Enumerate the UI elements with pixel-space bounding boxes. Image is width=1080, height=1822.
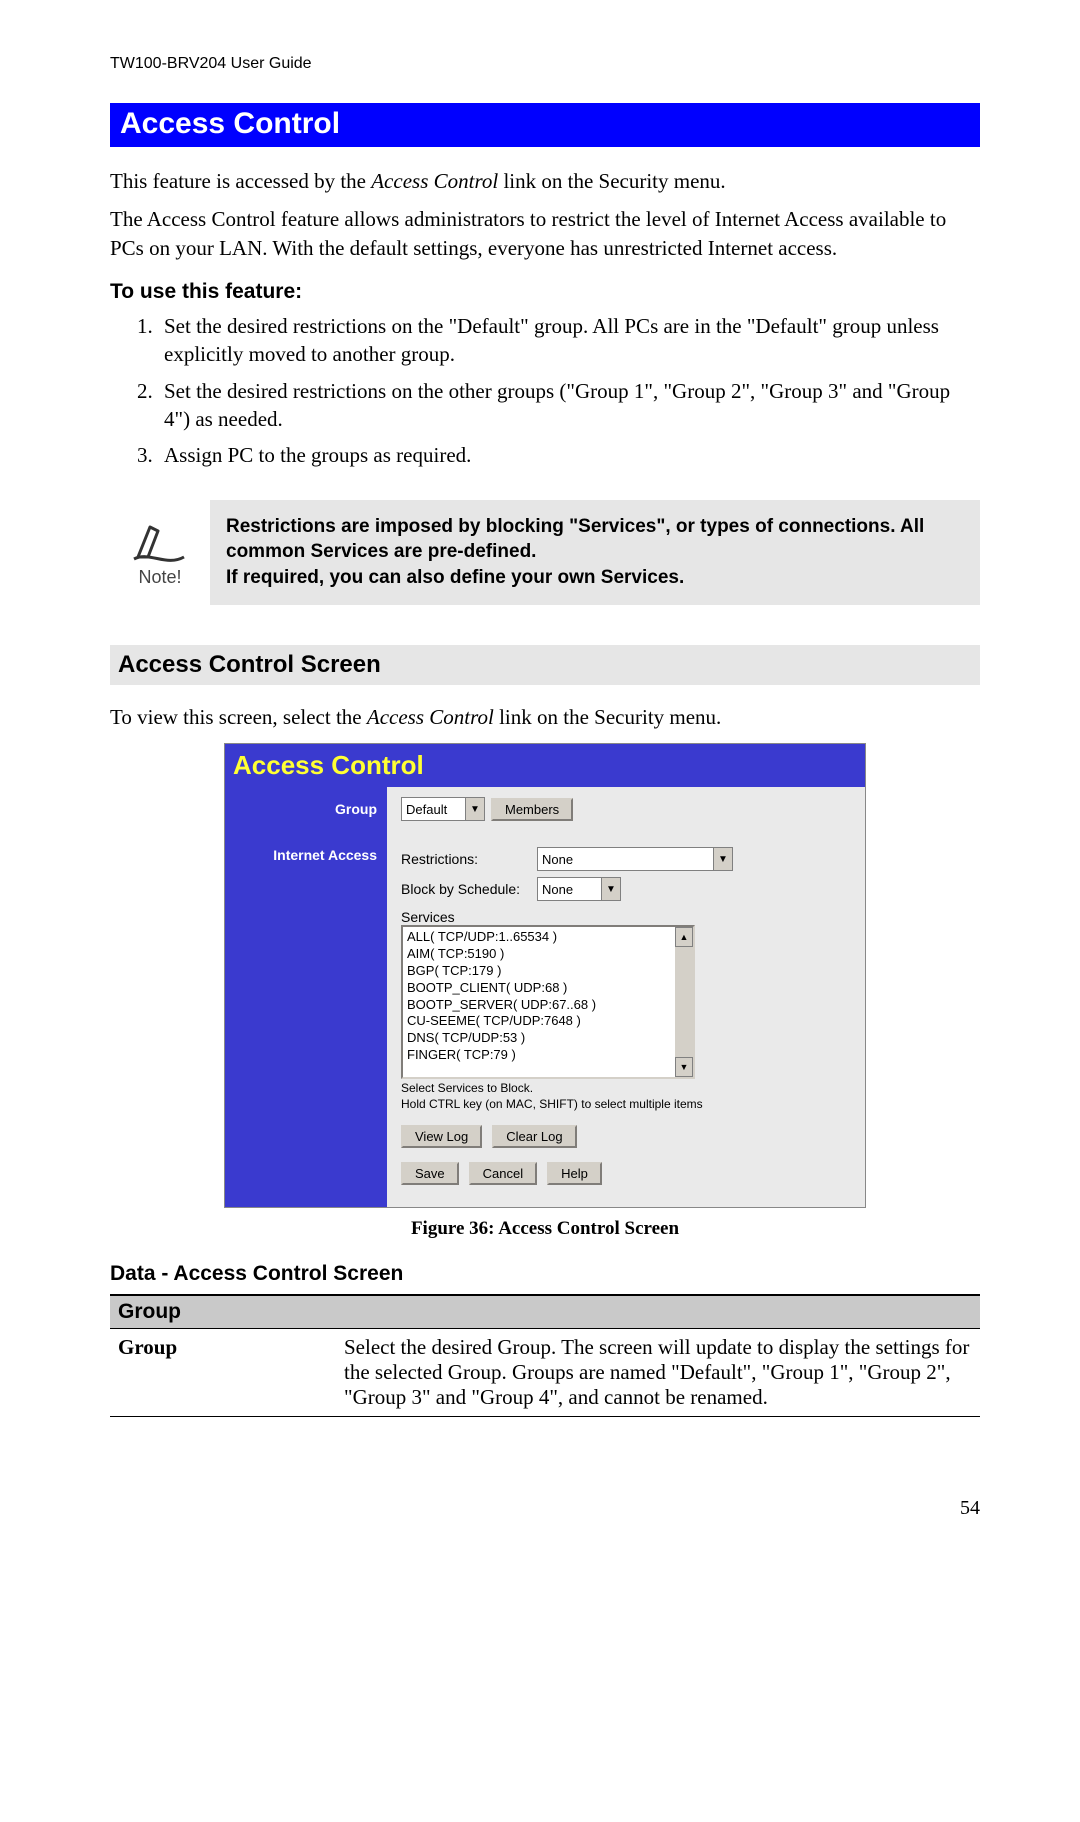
services-hint2: Hold CTRL key (on MAC, SHIFT) to select … xyxy=(401,1097,851,1111)
service-item[interactable]: DNS( TCP/UDP:53 ) xyxy=(407,1030,671,1047)
intro-p1: This feature is accessed by the Access C… xyxy=(110,167,980,195)
section-title: Access Control xyxy=(110,103,980,147)
shot-main: Default ▼ Members Restrictions: None ▼ xyxy=(387,787,865,1207)
intro-p1-post: link on the Security menu. xyxy=(498,169,725,193)
shot-sidebar: Group Internet Access xyxy=(225,787,387,1207)
steps-list: Set the desired restrictions on the "Def… xyxy=(110,312,980,470)
service-item[interactable]: FINGER( TCP:79 ) xyxy=(407,1047,671,1064)
group-select-value: Default xyxy=(406,802,465,817)
doc-header: TW100-BRV204 User Guide xyxy=(110,55,980,73)
howto-heading: To use this feature: xyxy=(110,280,980,304)
screenshot-access-control: Access Control Group Internet Access Def… xyxy=(224,743,866,1208)
screen-intro: To view this screen, select the Access C… xyxy=(110,703,980,731)
table-val-group: Select the desired Group. The screen wil… xyxy=(336,1329,980,1417)
note-line2: If required, you can also define your ow… xyxy=(226,565,964,591)
restrictions-label: Restrictions: xyxy=(401,851,531,867)
screen-heading: Access Control Screen xyxy=(110,645,980,685)
services-hint1: Select Services to Block. xyxy=(401,1081,851,1095)
note-label: Note! xyxy=(138,567,181,588)
data-heading: Data - Access Control Screen xyxy=(110,1262,980,1286)
screen-intro-pre: To view this screen, select the xyxy=(110,705,367,729)
cancel-button[interactable]: Cancel xyxy=(469,1162,537,1185)
scroll-down-icon[interactable]: ▼ xyxy=(675,1057,693,1077)
intro-p1-em: Access Control xyxy=(371,169,498,193)
table-key-group: Group xyxy=(110,1329,336,1417)
screen-intro-post: link on the Security menu. xyxy=(494,705,721,729)
chevron-down-icon: ▼ xyxy=(601,878,620,900)
nav-internet: Internet Access xyxy=(233,847,377,863)
block-schedule-value: None xyxy=(542,882,601,897)
services-label: Services xyxy=(401,909,851,925)
step-3: Assign PC to the groups as required. xyxy=(158,441,980,469)
step-2: Set the desired restrictions on the othe… xyxy=(158,377,980,434)
services-listbox[interactable]: ALL( TCP/UDP:1..65534 ) AIM( TCP:5190 ) … xyxy=(401,925,695,1079)
restrictions-value: None xyxy=(542,852,713,867)
view-log-button[interactable]: View Log xyxy=(401,1125,482,1148)
note-line1: Restrictions are imposed by blocking "Se… xyxy=(226,514,964,565)
service-item[interactable]: BGP( TCP:179 ) xyxy=(407,963,671,980)
table-row: Group Select the desired Group. The scre… xyxy=(110,1329,980,1417)
block-schedule-select[interactable]: None ▼ xyxy=(537,877,621,901)
screen-intro-em: Access Control xyxy=(367,705,494,729)
service-item[interactable]: BOOTP_CLIENT( UDP:68 ) xyxy=(407,980,671,997)
shot-title: Access Control xyxy=(225,744,865,787)
page-number: 54 xyxy=(110,1497,980,1520)
members-button[interactable]: Members xyxy=(491,798,573,821)
help-button[interactable]: Help xyxy=(547,1162,602,1185)
save-button[interactable]: Save xyxy=(401,1162,459,1185)
intro-p2: The Access Control feature allows admini… xyxy=(110,205,980,262)
data-table: Group Group Select the desired Group. Th… xyxy=(110,1294,980,1417)
block-schedule-label: Block by Schedule: xyxy=(401,881,531,897)
chevron-down-icon: ▼ xyxy=(465,798,484,820)
scroll-up-icon[interactable]: ▲ xyxy=(675,927,693,947)
intro-p1-pre: This feature is accessed by the xyxy=(110,169,371,193)
chevron-down-icon: ▼ xyxy=(713,848,732,870)
scrollbar[interactable]: ▲ ▼ xyxy=(675,927,693,1077)
clear-log-button[interactable]: Clear Log xyxy=(492,1125,576,1148)
service-item[interactable]: AIM( TCP:5190 ) xyxy=(407,946,671,963)
nav-group: Group xyxy=(233,801,377,817)
note-icon: Note! xyxy=(110,500,210,605)
restrictions-select[interactable]: None ▼ xyxy=(537,847,733,871)
step-1: Set the desired restrictions on the "Def… xyxy=(158,312,980,369)
note-text: Restrictions are imposed by blocking "Se… xyxy=(210,500,980,605)
service-item[interactable]: BOOTP_SERVER( UDP:67..68 ) xyxy=(407,997,671,1014)
note-block: Note! Restrictions are imposed by blocki… xyxy=(110,500,980,605)
figure-caption: Figure 36: Access Control Screen xyxy=(110,1218,980,1240)
group-select[interactable]: Default ▼ xyxy=(401,797,485,821)
service-item[interactable]: CU-SEEME( TCP/UDP:7648 ) xyxy=(407,1013,671,1030)
table-section-group: Group xyxy=(110,1295,980,1329)
service-item[interactable]: ALL( TCP/UDP:1..65534 ) xyxy=(407,929,671,946)
